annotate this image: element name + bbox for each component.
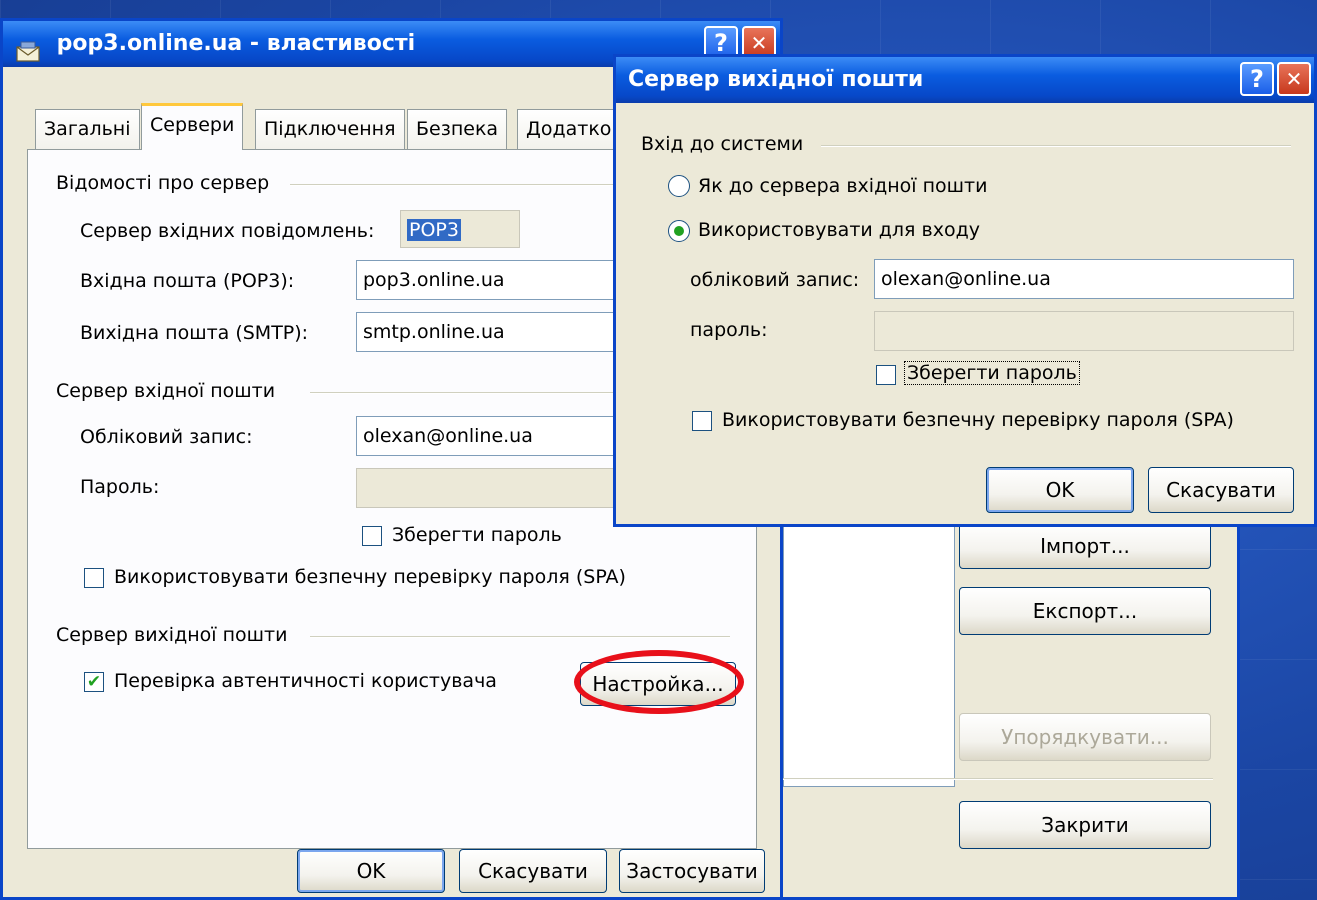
incoming-mail-label: Вхідна пошта (POP3): bbox=[80, 270, 295, 292]
order-button: Упорядкувати... bbox=[959, 713, 1211, 761]
auth-checkbox[interactable]: ✔ bbox=[84, 672, 104, 692]
dialog-cancel-button[interactable]: Скасувати bbox=[1148, 467, 1294, 513]
dialog-account-field[interactable]: olexan@online.ua bbox=[874, 259, 1294, 299]
export-button[interactable]: Експорт... bbox=[959, 587, 1211, 635]
dialog-titlebar[interactable]: Сервер вихідної пошти ? ✕ bbox=[616, 57, 1314, 103]
outgoing-group-label: Сервер вихідної пошти bbox=[56, 624, 288, 646]
dialog-password-field[interactable] bbox=[874, 311, 1294, 351]
outgoing-server-dialog: Сервер вихідної пошти ? ✕ Вхід до систем… bbox=[613, 54, 1317, 527]
remember-password-checkbox[interactable] bbox=[362, 526, 382, 546]
spa-checkbox[interactable] bbox=[84, 568, 104, 588]
incoming-server-label: Сервер вхідних повідомлень: bbox=[80, 220, 375, 242]
cancel-button[interactable]: Скасувати bbox=[459, 849, 607, 893]
remember-password-label: Зберегти пароль bbox=[392, 524, 562, 546]
radio-use-label: Використовувати для входу bbox=[698, 219, 980, 241]
spa-label: Використовувати безпечну перевірку парол… bbox=[114, 566, 626, 588]
tab-general[interactable]: Загальні bbox=[35, 109, 140, 149]
close-button[interactable]: Закрити bbox=[959, 801, 1211, 849]
window-title: pop3.online.ua - властивості bbox=[56, 31, 416, 56]
accounts-window: Імпорт... Експорт... Упорядкувати... Зак… bbox=[760, 470, 1240, 900]
outgoing-mail-label: Вихідна пошта (SMTP): bbox=[80, 322, 309, 344]
dialog-title: Сервер вихідної пошти bbox=[628, 67, 924, 92]
import-button[interactable]: Імпорт... bbox=[959, 523, 1211, 569]
divider bbox=[783, 778, 1213, 780]
dialog-remember-label: Зберегти пароль bbox=[904, 361, 1080, 385]
dialog-ok-button[interactable]: OK bbox=[986, 467, 1134, 513]
radio-use-login[interactable] bbox=[668, 220, 690, 242]
auth-label: Перевірка автентичності користувача bbox=[114, 670, 497, 692]
radio-same-label: Як до сервера вхідної пошти bbox=[698, 175, 988, 197]
ok-button[interactable]: OK bbox=[297, 849, 445, 893]
radio-same-as-incoming[interactable] bbox=[668, 175, 690, 197]
highlight-ring bbox=[574, 650, 744, 714]
dialog-remember-checkbox[interactable] bbox=[876, 365, 896, 385]
dialog-account-label: обліковий запис: bbox=[690, 269, 860, 291]
accounts-list[interactable] bbox=[783, 503, 955, 787]
password-label: Пароль: bbox=[80, 476, 160, 498]
envelope-icon bbox=[15, 34, 41, 62]
dialog-password-label: пароль: bbox=[690, 319, 768, 341]
tab-connection[interactable]: Підключення bbox=[255, 109, 405, 149]
close-icon[interactable]: ✕ bbox=[1277, 62, 1311, 96]
divider bbox=[310, 636, 730, 638]
incoming-server-type: POP3 bbox=[400, 210, 520, 248]
tab-security[interactable]: Безпека bbox=[407, 109, 508, 149]
divider bbox=[821, 145, 1291, 147]
login-group-label: Вхід до системи bbox=[641, 133, 804, 155]
server-info-group-label: Відомості про сервер bbox=[56, 172, 270, 194]
dialog-spa-label: Використовувати безпечну перевірку парол… bbox=[722, 409, 1234, 431]
account-label: Обліковий запис: bbox=[80, 426, 253, 448]
help-icon[interactable]: ? bbox=[1240, 62, 1274, 96]
server-type-value: POP3 bbox=[407, 219, 461, 241]
apply-button[interactable]: Застосувати bbox=[619, 849, 765, 893]
dialog-spa-checkbox[interactable] bbox=[692, 411, 712, 431]
tab-advanced[interactable]: Додатко bbox=[517, 109, 621, 149]
tab-servers[interactable]: Сервери bbox=[141, 103, 244, 150]
incoming-group-label: Сервер вхідної пошти bbox=[56, 380, 276, 402]
